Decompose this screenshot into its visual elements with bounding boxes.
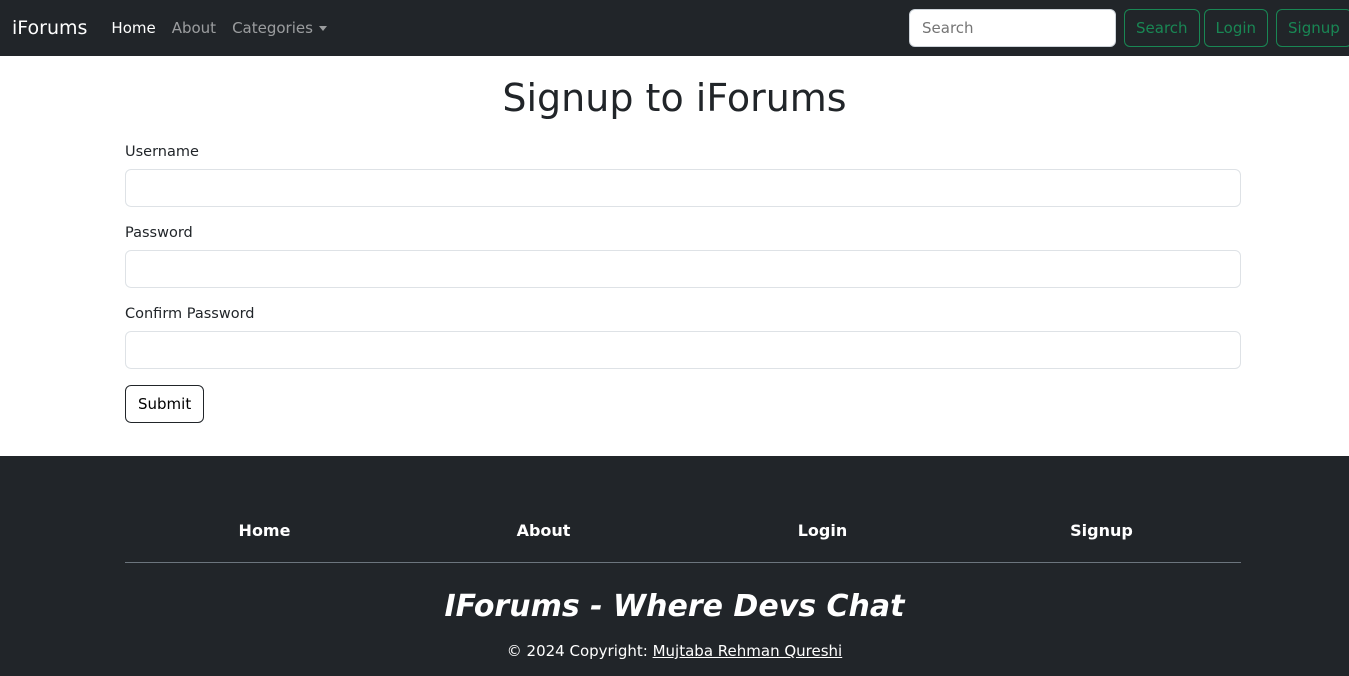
confirm-password-label: Confirm Password — [125, 306, 255, 322]
footer: Home About Login Signup IForums - Where … — [0, 456, 1349, 676]
signup-form: Username Password Confirm Password Submi… — [125, 144, 1241, 423]
footer-home-link[interactable]: Home — [125, 521, 404, 540]
navbar: iForums Home About Categories Search Log… — [0, 0, 1349, 56]
nav-home[interactable]: Home — [111, 19, 155, 37]
brand-link[interactable]: iForums — [12, 17, 87, 39]
footer-tagline: IForums - Where Devs Chat — [444, 589, 905, 624]
login-button[interactable]: Login — [1203, 9, 1269, 47]
footer-login-link[interactable]: Login — [683, 521, 962, 540]
search-input[interactable] — [909, 9, 1116, 47]
footer-signup-link[interactable]: Signup — [962, 521, 1241, 540]
page-title: Signup to iForums — [502, 76, 847, 120]
confirm-password-input[interactable] — [125, 331, 1241, 369]
submit-button[interactable]: Submit — [125, 385, 205, 423]
copyright-text: © 2024 Copyright: — [506, 642, 653, 660]
username-input[interactable] — [125, 169, 1241, 207]
caret-down-icon — [318, 26, 327, 31]
nav-about[interactable]: About — [172, 19, 216, 37]
copyright: © 2024 Copyright: Mujtaba Rehman Qureshi — [0, 642, 1349, 660]
password-label: Password — [125, 225, 193, 241]
password-input[interactable] — [125, 250, 1241, 288]
username-label: Username — [125, 144, 199, 160]
footer-about-link[interactable]: About — [404, 521, 683, 540]
search-button[interactable]: Search — [1124, 9, 1200, 47]
nav-categories-dropdown[interactable]: Categories — [232, 19, 327, 37]
signup-button[interactable]: Signup — [1276, 9, 1349, 47]
categories-label: Categories — [232, 19, 313, 37]
author-link[interactable]: Mujtaba Rehman Qureshi — [653, 642, 843, 660]
